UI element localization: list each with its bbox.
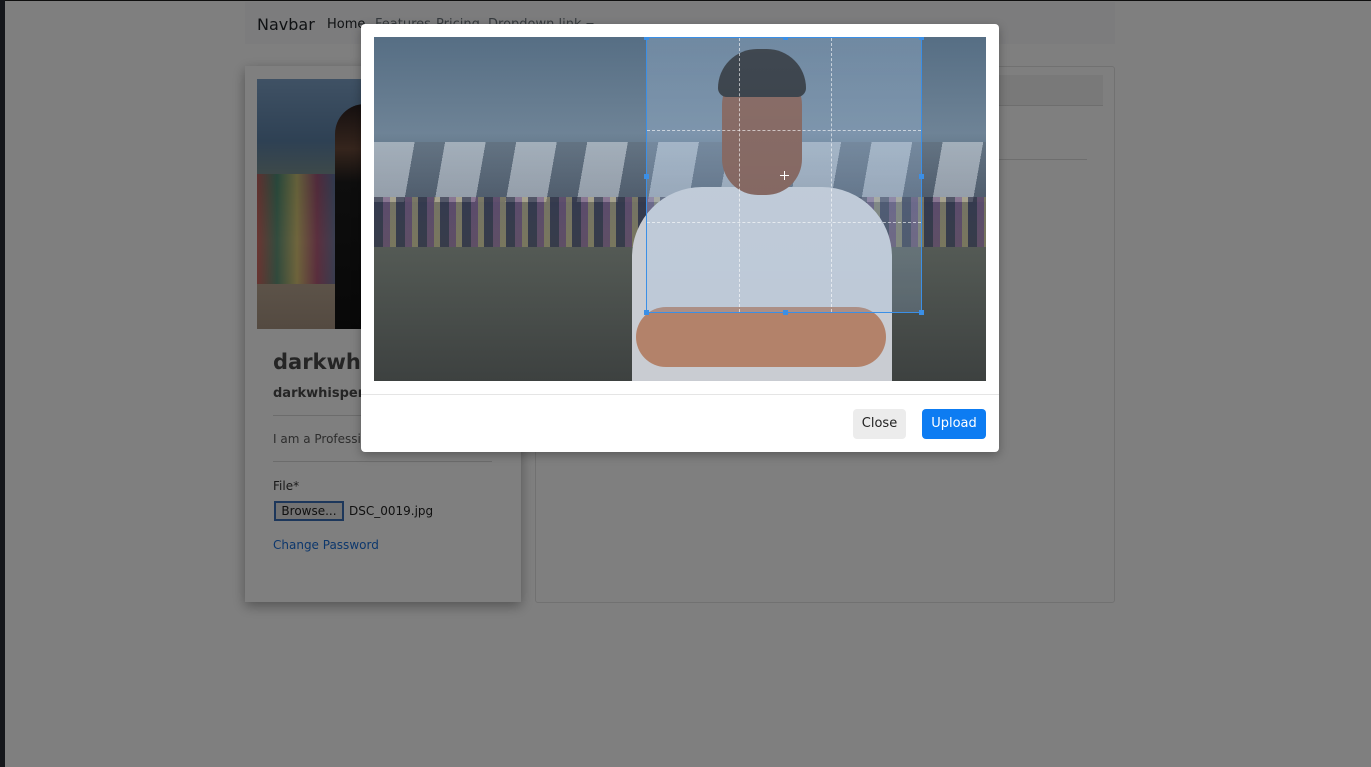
crop-handle-top[interactable] — [783, 37, 788, 40]
crop-handle-top-left[interactable] — [644, 37, 649, 40]
upload-button[interactable]: Upload — [922, 409, 986, 439]
crop-handle-bottom[interactable] — [783, 310, 788, 315]
close-button[interactable]: Close — [853, 409, 906, 439]
crop-guide — [831, 38, 832, 312]
crop-guide — [647, 222, 921, 223]
crop-selection-box[interactable] — [644, 37, 924, 315]
crop-guide — [647, 130, 921, 131]
crop-center-crosshair-icon — [780, 171, 789, 180]
crop-handle-bottom-left[interactable] — [644, 310, 649, 315]
crop-handle-left[interactable] — [644, 174, 649, 179]
crop-handle-right[interactable] — [919, 174, 924, 179]
crop-handle-bottom-right[interactable] — [919, 310, 924, 315]
crop-modal: Close Upload — [361, 24, 999, 452]
crop-guide — [739, 38, 740, 312]
image-person-arms — [636, 307, 886, 367]
crop-handle-top-right[interactable] — [919, 37, 924, 40]
image-cropper[interactable] — [374, 37, 986, 381]
modal-footer: Close Upload — [361, 394, 999, 452]
